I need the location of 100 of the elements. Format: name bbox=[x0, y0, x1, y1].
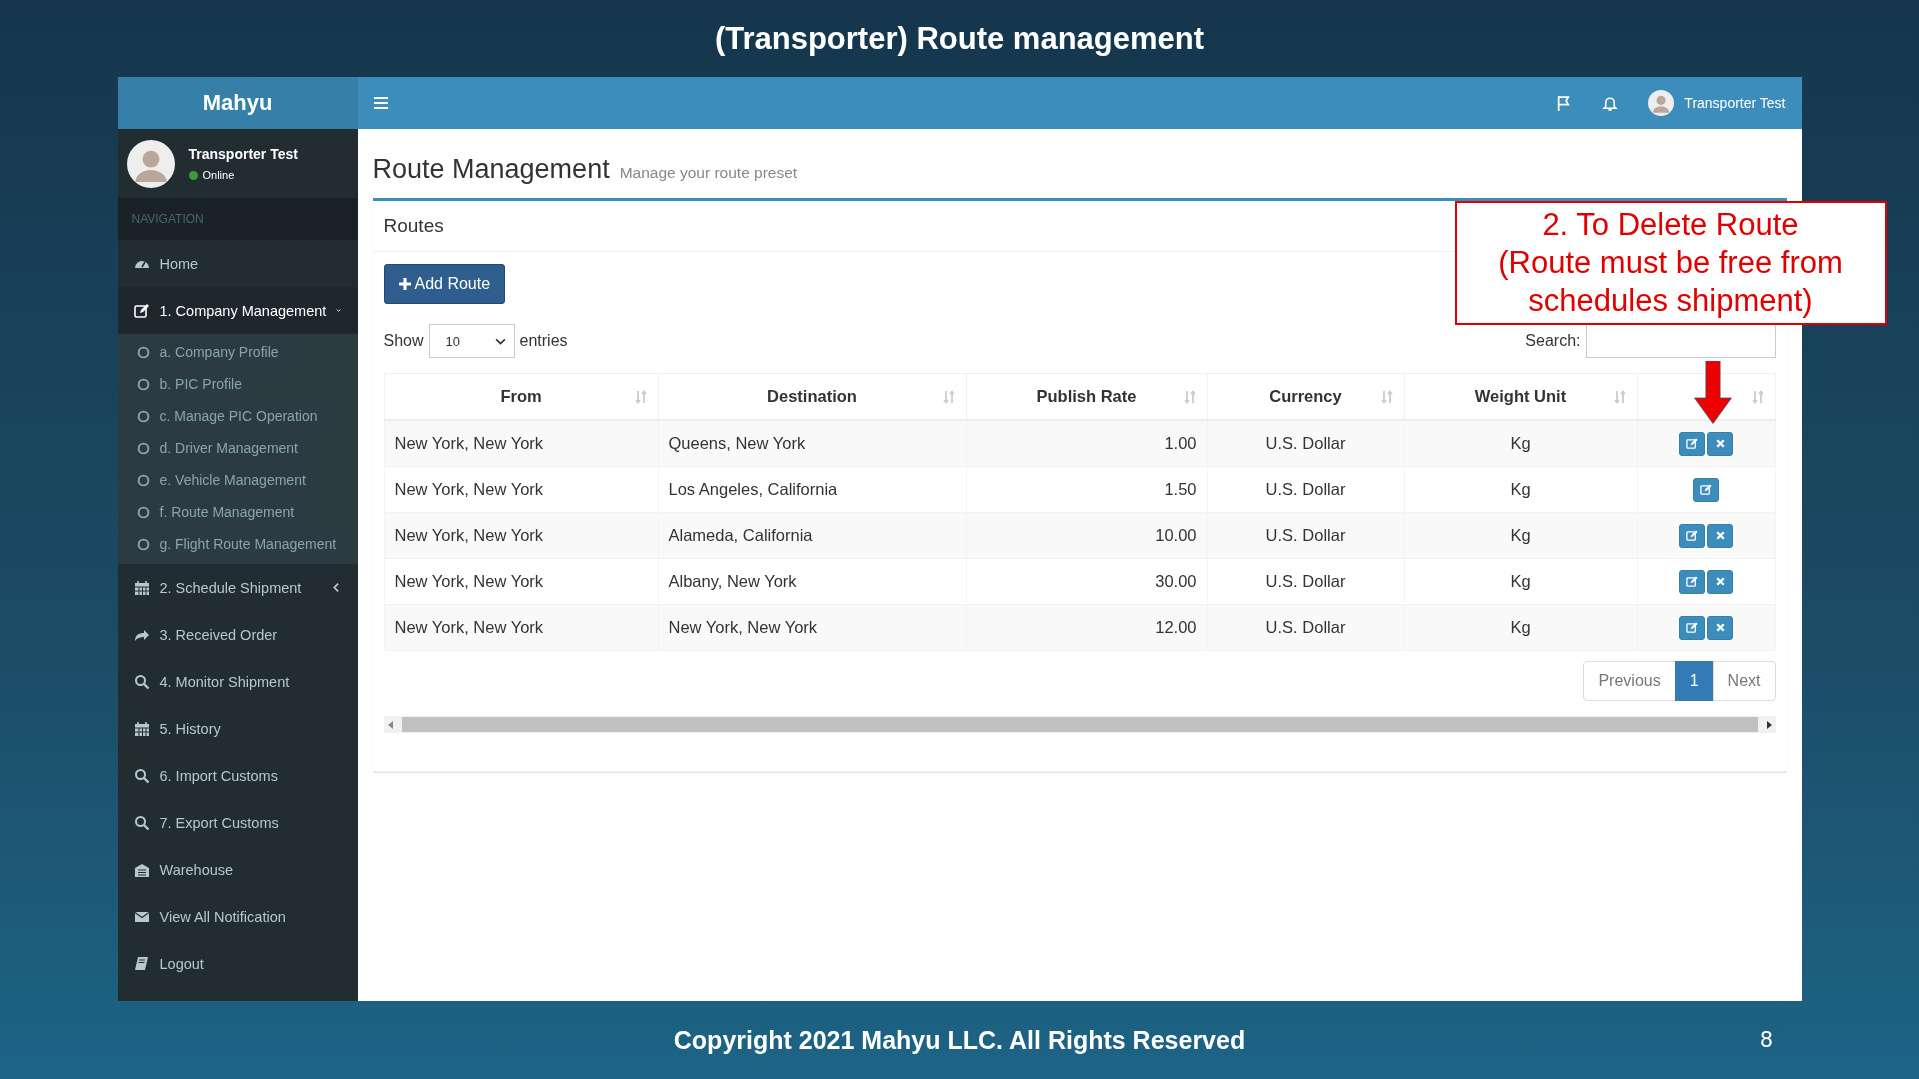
table-cell: Kg bbox=[1404, 558, 1637, 605]
nav-item[interactable]: 6. Import Customs bbox=[117, 752, 358, 799]
edit-button[interactable] bbox=[1679, 615, 1705, 640]
horizontal-scrollbar[interactable] bbox=[383, 716, 1776, 733]
table-cell: 10.00 bbox=[966, 512, 1207, 559]
brand-logo[interactable]: Mahyu bbox=[117, 77, 358, 129]
search-label: Search: bbox=[1525, 332, 1581, 350]
edit-icon bbox=[1699, 483, 1713, 496]
delete-button[interactable] bbox=[1707, 431, 1733, 456]
search-icon bbox=[133, 767, 150, 784]
nav-section-label: NAVIGATION bbox=[117, 198, 358, 240]
delete-button[interactable] bbox=[1707, 615, 1733, 640]
edit-button[interactable] bbox=[1679, 431, 1705, 456]
table-cell: Kg bbox=[1404, 466, 1637, 513]
search-icon bbox=[133, 814, 150, 831]
search-icon bbox=[133, 673, 150, 690]
calendar-icon bbox=[133, 579, 150, 596]
submenu-item[interactable]: d. Driver Management bbox=[117, 432, 358, 464]
submenu-item[interactable]: b. PIC Profile bbox=[117, 368, 358, 400]
user-name: Transporter Test bbox=[188, 146, 298, 162]
avatar-icon bbox=[126, 139, 175, 188]
edit-button[interactable] bbox=[1679, 569, 1705, 594]
calendar-icon bbox=[133, 720, 150, 737]
pagination-button[interactable]: Next bbox=[1712, 661, 1776, 701]
page-title: Route Management bbox=[372, 154, 610, 185]
table-cell: New York, New York bbox=[384, 512, 658, 559]
table-cell: 1.50 bbox=[966, 466, 1207, 513]
circle-icon bbox=[136, 345, 150, 359]
submenu-item[interactable]: c. Manage PIC Operation bbox=[117, 400, 358, 432]
edit-icon bbox=[1685, 575, 1699, 588]
submenu-item[interactable]: a. Company Profile bbox=[117, 336, 358, 368]
chevron-icon bbox=[330, 582, 342, 593]
slide-footer: Copyright 2021 Mahyu LLC. All Rights Reserved bbox=[673, 1025, 1246, 1055]
page-subtitle: Manage your route preset bbox=[619, 164, 798, 182]
circle-icon bbox=[136, 537, 150, 551]
avatar-icon[interactable] bbox=[1648, 90, 1675, 116]
nav-item[interactable]: 5. History bbox=[117, 705, 358, 752]
table-cell: U.S. Dollar bbox=[1207, 558, 1404, 605]
nav-item[interactable]: Home bbox=[117, 240, 358, 287]
table-cell: Los Angeles, California bbox=[658, 466, 966, 513]
nav-item[interactable]: Logout bbox=[117, 940, 358, 987]
search-field[interactable] bbox=[1585, 324, 1776, 358]
user-status: Online bbox=[202, 169, 235, 181]
pagination-button[interactable]: Previous bbox=[1583, 661, 1676, 701]
nav-item[interactable]: 4. Monitor Shipment bbox=[117, 658, 358, 705]
caret-icon bbox=[494, 337, 506, 345]
table-cell: 12.00 bbox=[966, 604, 1207, 651]
column-header[interactable]: Weight Unit bbox=[1474, 387, 1567, 406]
online-dot-icon bbox=[188, 170, 198, 180]
table-cell: 1.00 bbox=[966, 420, 1207, 467]
page-length-select[interactable]: 10 bbox=[428, 324, 515, 358]
column-header[interactable]: From bbox=[500, 387, 542, 406]
edit-icon bbox=[1685, 621, 1699, 634]
pagination-button[interactable]: 1 bbox=[1674, 661, 1714, 701]
menu-icon[interactable] bbox=[373, 97, 388, 109]
edit-button[interactable] bbox=[1693, 477, 1719, 502]
edit-icon bbox=[1685, 437, 1699, 450]
nav-item[interactable]: Warehouse bbox=[117, 846, 358, 893]
table-cell: U.S. Dollar bbox=[1207, 420, 1404, 467]
delete-button[interactable] bbox=[1707, 569, 1733, 594]
nav-item[interactable]: View All Notification bbox=[117, 893, 358, 940]
callout-note: 2. To Delete Route (Route must be free from schedules shipment) bbox=[1454, 201, 1887, 325]
nav-item[interactable]: 1. Company Management bbox=[117, 287, 358, 334]
column-header[interactable]: Currency bbox=[1269, 387, 1342, 406]
submenu-item[interactable]: e. Vehicle Management bbox=[117, 464, 358, 496]
edit-button[interactable] bbox=[1679, 523, 1705, 548]
page-number: 8 bbox=[1759, 1028, 1773, 1052]
table-cell: 30.00 bbox=[966, 558, 1207, 605]
circle-icon bbox=[136, 441, 150, 455]
flag-icon[interactable] bbox=[1556, 94, 1573, 112]
table-cell: Kg bbox=[1404, 604, 1637, 651]
plus-icon bbox=[398, 278, 411, 290]
table-cell: Kg bbox=[1404, 420, 1637, 467]
user-menu-link[interactable]: Transporter Test bbox=[1684, 95, 1786, 111]
column-header[interactable]: Publish Rate bbox=[1036, 387, 1137, 406]
submenu-item[interactable]: f. Route Management bbox=[117, 496, 358, 528]
panel-title: Routes bbox=[383, 215, 444, 237]
submenu-item[interactable]: g. Flight Route Management bbox=[117, 528, 358, 560]
circle-icon bbox=[136, 473, 150, 487]
circle-icon bbox=[136, 505, 150, 519]
warehouse-icon bbox=[133, 861, 150, 878]
circle-icon bbox=[136, 377, 150, 391]
table-cell: New York, New York bbox=[384, 420, 658, 467]
table-cell: New York, New York bbox=[384, 604, 658, 651]
circle-icon bbox=[136, 409, 150, 423]
delete-button[interactable] bbox=[1707, 523, 1733, 548]
nav-item[interactable]: 7. Export Customs bbox=[117, 799, 358, 846]
add-route-button[interactable]: Add Route bbox=[383, 264, 506, 304]
table-cell: Queens, New York bbox=[658, 420, 966, 467]
table-cell: New York, New York bbox=[384, 558, 658, 605]
book-icon bbox=[133, 955, 150, 972]
entries-label: entries bbox=[519, 332, 568, 350]
nav-item[interactable]: 2. Schedule Shipment bbox=[117, 564, 358, 611]
column-header[interactable]: Destination bbox=[767, 387, 857, 406]
table-cell: New York, New York bbox=[658, 604, 966, 651]
edit-icon bbox=[133, 302, 150, 319]
table-cell: U.S. Dollar bbox=[1207, 512, 1404, 559]
table-cell: U.S. Dollar bbox=[1207, 604, 1404, 651]
bell-icon[interactable] bbox=[1602, 94, 1619, 112]
nav-item[interactable]: 3. Received Order bbox=[117, 611, 358, 658]
